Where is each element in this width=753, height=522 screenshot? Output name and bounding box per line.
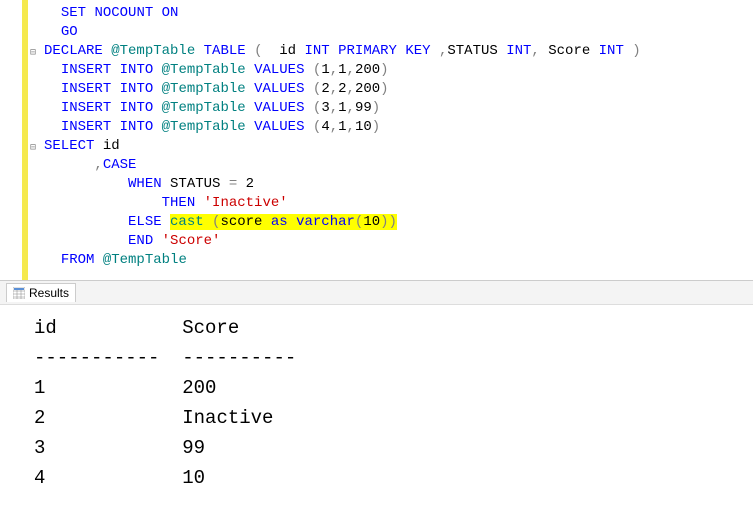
- var-temptable: @TempTable: [111, 43, 195, 59]
- tab-results-label: Results: [29, 286, 69, 300]
- kw-declare: DECLARE: [44, 43, 103, 59]
- kw-nocount: NOCOUNT: [94, 5, 153, 21]
- code-line: ⊟DECLARE @TempTable TABLE ( id INT PRIMA…: [0, 42, 753, 61]
- code-line: SET NOCOUNT ON: [0, 4, 753, 23]
- tab-results[interactable]: Results: [6, 283, 76, 302]
- results-row: 1 200: [34, 373, 753, 403]
- code-line: INSERT INTO @TempTable VALUES (4,1,10): [0, 118, 753, 137]
- code-line: WHEN STATUS = 2: [0, 175, 753, 194]
- results-row: 3 99: [34, 433, 753, 463]
- code-line: ,CASE: [0, 156, 753, 175]
- results-row: 4 10: [34, 463, 753, 493]
- code-line: GO: [0, 23, 753, 42]
- kw-go: GO: [61, 24, 78, 40]
- grid-icon: [13, 287, 25, 299]
- results-header: id Score: [34, 313, 753, 343]
- code-line: INSERT INTO @TempTable VALUES (2,2,200): [0, 80, 753, 99]
- code-line: THEN 'Inactive': [0, 194, 753, 213]
- code-line: INSERT INTO @TempTable VALUES (3,1,99): [0, 99, 753, 118]
- kw-table: TABLE: [204, 43, 246, 59]
- highlighted-cast: cast (score as varchar(10)): [170, 214, 397, 230]
- kw-on: ON: [162, 5, 179, 21]
- results-row: 2 Inactive: [34, 403, 753, 433]
- results-tab-bar: Results: [0, 281, 753, 305]
- results-panel: id Score ----------- ---------- 1 200 2 …: [0, 305, 753, 493]
- code-line: ELSE cast (score as varchar(10)): [0, 213, 753, 232]
- sql-editor[interactable]: SET NOCOUNT ON GO ⊟DECLARE @TempTable TA…: [0, 0, 753, 281]
- kw-set: SET: [61, 5, 86, 21]
- results-divider: ----------- ----------: [34, 343, 753, 373]
- code-line: END 'Score': [0, 232, 753, 251]
- code-line: FROM @TempTable: [0, 251, 753, 270]
- code-line: INSERT INTO @TempTable VALUES (1,1,200): [0, 61, 753, 80]
- code-line: ⊟SELECT id: [0, 137, 753, 156]
